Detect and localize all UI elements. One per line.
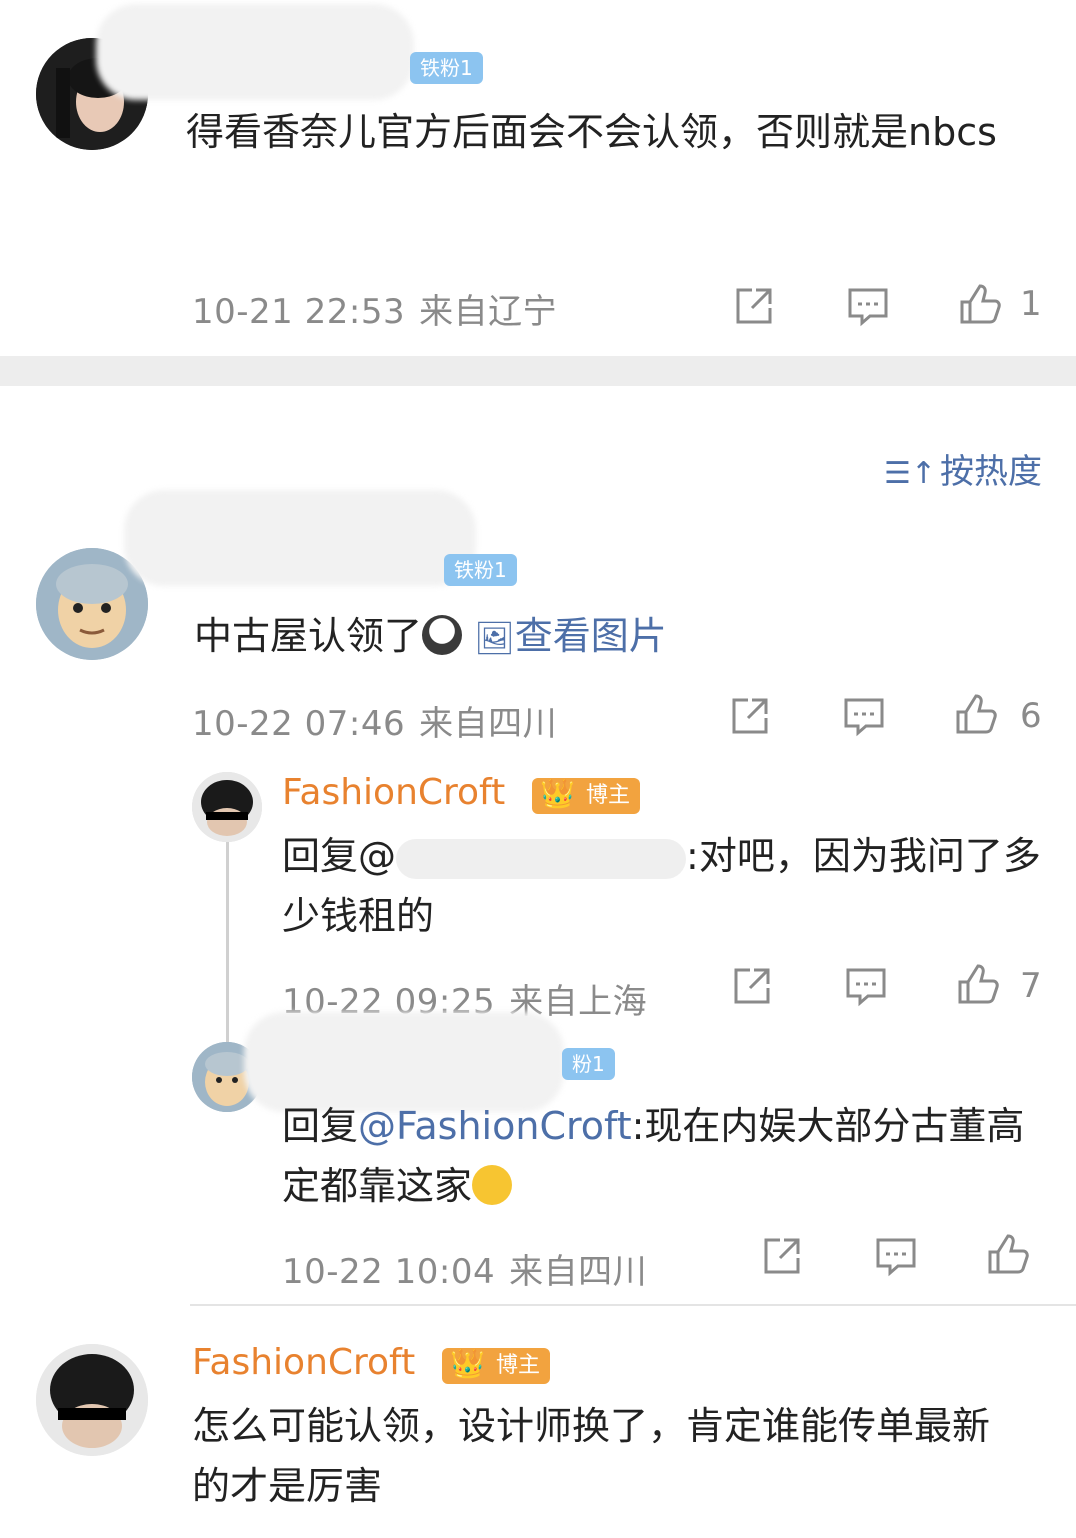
blogger-badge: 👑 博主 [442,1347,551,1384]
share-icon[interactable] [732,284,776,328]
laughing-emoji-icon [472,1165,513,1205]
like-count: 1 [1020,284,1042,324]
comment-text: 怎么可能认领，设计师换了，肯定谁能传单最新的才是厉害 [192,1404,991,1508]
comment-icon[interactable] [844,964,888,1008]
comment-icon[interactable] [874,1234,918,1278]
comment-text: 中古屋认领了 🖼查看图片 [194,614,667,658]
crown-icon: 👑 [540,777,575,810]
view-image-link[interactable]: 🖼查看图片 [474,614,667,658]
share-icon[interactable] [728,694,772,738]
avatar[interactable] [192,772,262,842]
share-icon[interactable] [730,964,774,1008]
reply-meta: 10-22 10:04 来自四川 [282,1244,647,1293]
comment-icon[interactable] [846,284,890,328]
timestamp: 10-22 07:46 [192,704,406,744]
location: 来自四川 [419,704,558,744]
mention-link[interactable]: @FashionCroft [358,1104,632,1148]
reply-text: 回复@FashionCroft:现在内娱大部分古董高定都靠这家 [282,1104,1025,1208]
thread-line [226,836,229,1046]
like-count: 7 [1020,966,1042,1006]
crown-icon: 👑 [450,1347,485,1380]
comment-icon[interactable] [842,694,886,738]
username-redacted [124,490,476,586]
timestamp: 10-22 10:04 [282,1252,496,1292]
avatar[interactable] [36,1344,148,1456]
like-icon[interactable] [958,282,1002,326]
comment-meta: 10-22 07:46 来自四川 [192,696,557,745]
sort-button[interactable]: ☰↑ 按热度 [884,444,1042,493]
fan-badge: 粉1 [562,1048,615,1080]
section-divider [0,356,1076,386]
comment-meta: 10-21 22:53 来自辽宁 [192,284,557,333]
fan-badge: 铁粉1 [444,554,517,586]
username-redacted [96,4,414,100]
location: 来自四川 [509,1252,648,1292]
like-icon[interactable] [956,962,1000,1006]
timestamp: 10-21 22:53 [192,292,406,332]
username[interactable]: FashionCroft [192,1342,415,1383]
like-count: 6 [1020,696,1042,736]
username[interactable]: FashionCroft [282,772,505,813]
thread-divider [190,1304,1076,1306]
like-icon[interactable] [954,692,998,736]
comment-text: 得看香奈儿官方后面会不会认领，否则就是nbcs [186,110,997,154]
like-icon[interactable] [986,1232,1030,1276]
share-icon[interactable] [760,1234,804,1278]
reply-text: 回复@:对吧，因为我问了多少钱租的 [282,834,1041,938]
dog-emoji-icon [422,615,463,655]
fan-badge: 铁粉1 [410,52,483,84]
sort-icon: ☰↑ [884,456,937,491]
location: 来自辽宁 [419,292,558,332]
blogger-badge: 👑 博主 [532,777,641,814]
mention-redacted [396,838,687,879]
image-icon: 🖼 [474,619,515,657]
